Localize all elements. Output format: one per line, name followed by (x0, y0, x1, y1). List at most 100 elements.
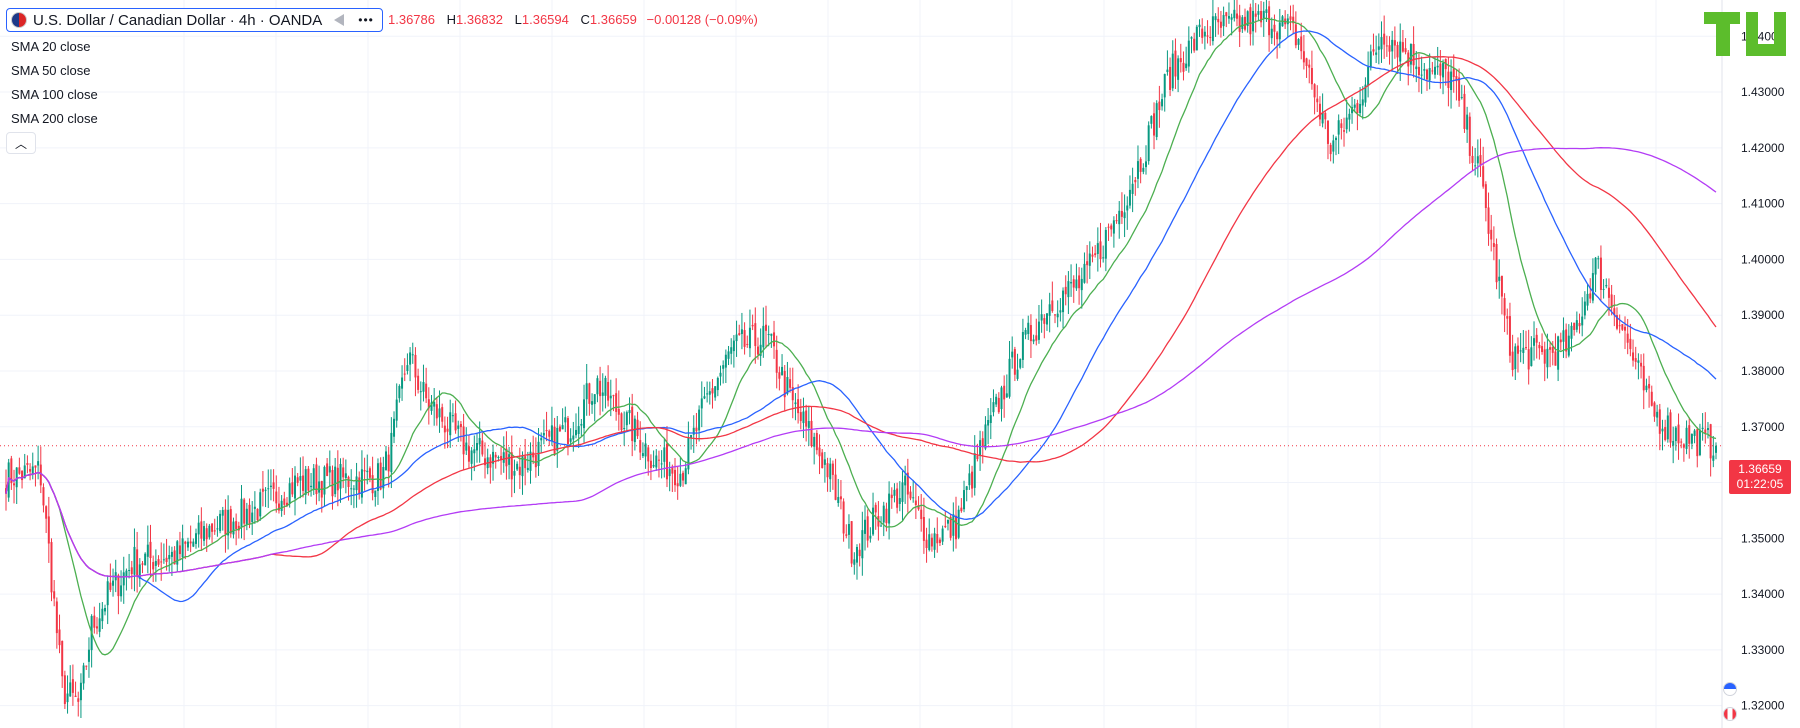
candle-body (1581, 316, 1584, 326)
candle-body (1690, 434, 1693, 444)
candle-body (1270, 28, 1273, 39)
candle-body (1530, 347, 1533, 367)
candle-body (727, 351, 730, 359)
candle-body (641, 453, 644, 457)
candle-body (221, 510, 224, 516)
candle-body (473, 449, 476, 454)
candle-body (1680, 441, 1683, 443)
price-scale[interactable]: 1.320001.330001.340001.350001.360001.370… (1721, 0, 1785, 728)
candle-body (1591, 273, 1594, 301)
symbol-title-box[interactable]: U.S. Dollar / Canadian Dollar · 4h · OAN… (6, 8, 383, 32)
candle-body (566, 418, 569, 445)
candle-body (583, 399, 586, 429)
candle-body (1048, 304, 1051, 316)
candle-body (1557, 336, 1560, 370)
candle-body (1326, 120, 1329, 144)
candle-body (655, 455, 658, 468)
candle-body (1056, 313, 1059, 318)
candle-body (1682, 444, 1685, 448)
candle-body (548, 430, 551, 437)
us-flag-event-icon[interactable] (1723, 682, 1737, 696)
candle-body (1123, 212, 1126, 219)
indicator-sma-200[interactable]: SMA 200 close (11, 110, 383, 128)
candle-body (813, 436, 816, 447)
candle-body (58, 629, 61, 646)
candle-body (1011, 351, 1014, 358)
chevron-up-icon: ︿ (14, 136, 27, 151)
candle-body (470, 450, 473, 464)
candle-body (37, 461, 40, 466)
candle-body (312, 468, 315, 490)
candle-body (553, 426, 556, 455)
candle-body (1257, 11, 1260, 15)
ohlc-low-label: L (514, 12, 522, 27)
candle-body (240, 498, 243, 528)
candle-body (1262, 10, 1265, 19)
candle-body (154, 560, 157, 566)
current-price-label: 1.36659 01:22:05 (1729, 460, 1791, 494)
candle-body (304, 469, 307, 495)
candle-body (973, 453, 976, 488)
candle-body (711, 388, 714, 394)
collapse-legend-button[interactable]: ︿ (6, 132, 36, 154)
candle-body (1308, 64, 1311, 68)
candle-body (219, 513, 222, 532)
candle-body (1027, 322, 1030, 335)
candle-body (104, 607, 107, 612)
candle-body (192, 541, 195, 547)
candle-body (751, 324, 754, 327)
hide-triangle-icon[interactable] (334, 14, 345, 26)
indicator-sma-50[interactable]: SMA 50 close (11, 62, 383, 80)
candle-body (1136, 161, 1139, 179)
candle-body (149, 541, 152, 559)
candle-body (1203, 31, 1206, 37)
ca-flag-event-icon[interactable] (1723, 707, 1737, 721)
candle-body (1179, 58, 1182, 63)
candle-body (213, 530, 216, 532)
candle-body (433, 401, 436, 407)
candle-body (558, 426, 561, 432)
candle-body (347, 476, 350, 487)
ohlc-close-label: C (580, 12, 590, 27)
candle-body (649, 460, 652, 468)
indicator-sma-20[interactable]: SMA 20 close (11, 38, 383, 56)
candle-body (526, 467, 529, 470)
candle-body (1037, 321, 1040, 340)
candle-body (1377, 46, 1380, 50)
candle-body (1214, 16, 1217, 21)
candle-body (946, 519, 949, 524)
candle-body (1538, 344, 1541, 349)
candle-body (1099, 241, 1102, 260)
more-dots-icon[interactable]: ••• (358, 13, 374, 27)
candle-body (781, 366, 784, 376)
candle-body (494, 454, 497, 458)
candle-body (299, 476, 302, 481)
candle-body (1511, 351, 1514, 371)
candle-body (893, 489, 896, 496)
candle-body (599, 380, 602, 397)
candle-body (1070, 282, 1073, 284)
ohlc-high-value: 1.36832 (456, 12, 504, 27)
candle-body (1051, 300, 1054, 312)
candle-body (1495, 244, 1498, 283)
candle-body (1712, 455, 1715, 461)
candle-body (657, 459, 660, 461)
candle-body (861, 530, 864, 559)
candle-body (1252, 10, 1255, 32)
candle-body (334, 466, 337, 495)
candle-body (1685, 427, 1688, 449)
candle-body (1701, 427, 1704, 430)
tradingview-logo[interactable] (1700, 8, 1790, 60)
candle-body (259, 492, 262, 517)
candle-body (682, 472, 685, 481)
candle-body (679, 473, 682, 486)
candle-body (1396, 45, 1399, 58)
candle-body (26, 463, 29, 465)
indicator-sma-100[interactable]: SMA 100 close (11, 86, 383, 104)
candle-body (1463, 93, 1466, 129)
candle-body (623, 427, 626, 429)
candle-body (1516, 345, 1519, 354)
candle-body (829, 463, 832, 480)
candle-body (205, 528, 208, 540)
candle-body (1514, 346, 1517, 370)
